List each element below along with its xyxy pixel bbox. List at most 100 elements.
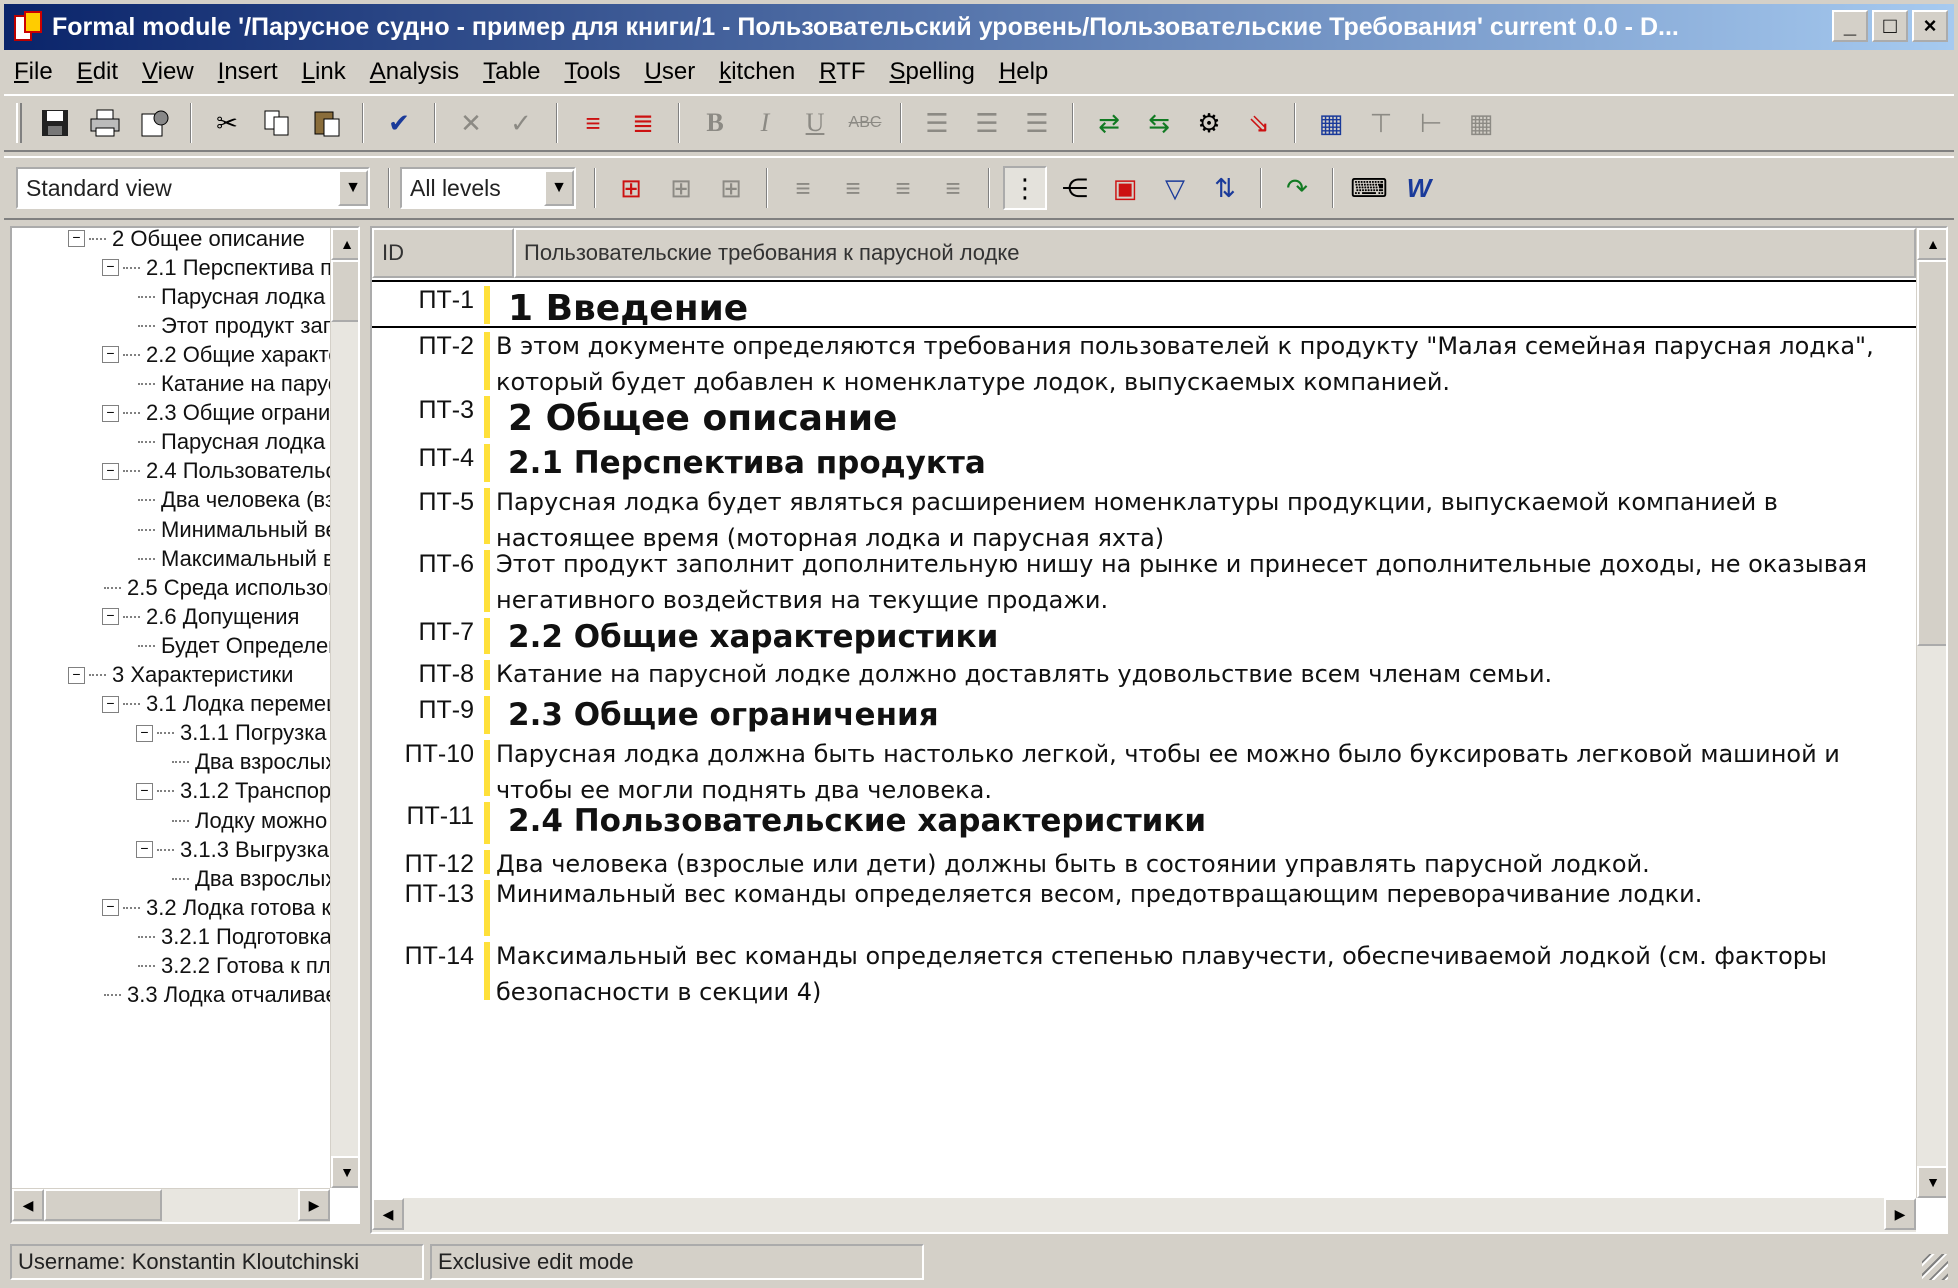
table-row[interactable]: ПТ-5 Парусная лодка будет являться расшир… <box>372 484 1916 552</box>
explorer-tree[interactable]: − 2 Общее описание − 2.1 Перспектива проду П… <box>10 226 360 1224</box>
tree-item[interactable]: − 2.4 Пользовательские <box>102 457 330 486</box>
tree-item[interactable]: Максимальный ве <box>138 544 330 573</box>
table-row[interactable]: ПТ-7 2.2 Общие характеристики <box>372 614 1916 656</box>
word-export-icon[interactable]: W <box>1397 166 1441 210</box>
insert-column-icon[interactable]: ⊤ <box>1359 101 1403 145</box>
section-heading[interactable]: 2.3 Общие ограничения <box>490 692 1916 736</box>
collapse-toggle-icon[interactable]: − <box>102 695 119 713</box>
sort-icon[interactable]: ⇅ <box>1203 166 1247 210</box>
requirement-text[interactable]: Два человека (взрослые или дети) должны … <box>490 846 1916 878</box>
tree-item[interactable]: Будет Определено <box>138 631 330 660</box>
collapse-toggle-icon[interactable]: − <box>102 259 119 277</box>
requirement-text[interactable]: Парусная лодка будет являться расширение… <box>490 484 1916 552</box>
collapse-toggle-icon[interactable]: − <box>136 782 153 800</box>
scroll-right-icon[interactable]: ▶ <box>298 1189 330 1221</box>
spellcheck-icon[interactable]: ✔ <box>377 101 421 145</box>
toolbar-grip[interactable] <box>16 103 22 143</box>
levels-select[interactable]: All levels ▼ <box>400 167 576 209</box>
scroll-right-icon[interactable]: ▶ <box>1884 1198 1916 1230</box>
section-heading[interactable]: 1 Введение <box>490 282 1916 329</box>
copy-icon[interactable] <box>255 101 299 145</box>
insert-child-icon[interactable]: ⊞ <box>709 166 753 210</box>
menu-spelling[interactable]: Spelling <box>889 58 974 86</box>
app-icon[interactable] <box>14 11 44 43</box>
view-select[interactable]: Standard view ▼ <box>16 167 370 209</box>
tree-item[interactable]: 2.5 Среда использован <box>104 573 330 602</box>
requirement-text[interactable]: Этот продукт заполнит дополнительную ниш… <box>490 546 1916 614</box>
tree-hscroll-thumb[interactable] <box>44 1189 162 1221</box>
section-heading[interactable]: 2.1 Перспектива продукта <box>490 440 1916 484</box>
menu-table[interactable]: Table <box>483 58 540 86</box>
tree-item[interactable]: − 2.2 Общие характерис <box>102 340 330 369</box>
close-button[interactable]: × <box>1912 10 1948 42</box>
collapse-toggle-icon[interactable]: − <box>136 724 153 742</box>
scroll-down-icon[interactable]: ▼ <box>331 1156 358 1188</box>
requirement-text[interactable]: Минимальный вес команды определяется вес… <box>490 876 1916 938</box>
collapse-toggle-icon[interactable]: − <box>102 346 119 364</box>
bold-icon[interactable]: B <box>693 101 737 145</box>
requirement-text[interactable]: Катание на парусной лодке должно доставл… <box>490 656 1916 692</box>
redo-arrow-icon[interactable]: ↷ <box>1275 166 1319 210</box>
scroll-left-icon[interactable]: ◀ <box>372 1198 404 1230</box>
collapse-toggle-icon[interactable]: − <box>102 608 119 626</box>
bullet-list-icon[interactable]: ☰ <box>915 101 959 145</box>
menu-link[interactable]: Link <box>302 58 346 86</box>
scroll-up-icon[interactable]: ▲ <box>1917 228 1946 260</box>
print-icon[interactable] <box>83 101 127 145</box>
tree-item[interactable]: − 3.2 Лодка готова к пла <box>102 893 330 922</box>
collapse-toggle-icon[interactable]: − <box>68 230 85 247</box>
requirement-text[interactable]: В этом документе определяются требования… <box>490 328 1916 396</box>
cut-icon[interactable]: ✂ <box>205 101 249 145</box>
tree-item[interactable]: Лодку можно б <box>172 806 330 835</box>
table-row[interactable]: ПТ-14 Максимальный вес команды определяет… <box>372 938 1916 1006</box>
strikethrough-icon[interactable]: ABC <box>843 101 887 145</box>
menu-kitchen[interactable]: kitchen <box>719 58 795 86</box>
tree-item[interactable]: − 2.3 Общие ограничени <box>102 399 330 428</box>
chevron-down-icon[interactable]: ▼ <box>338 170 368 206</box>
tree-item[interactable]: − 3.1 Лодка перемещает <box>102 690 330 719</box>
indent-icon[interactable]: ☰ <box>1015 101 1059 145</box>
section-heading[interactable]: 2 Общее описание <box>490 392 1916 440</box>
table-row[interactable]: ПТ-10 Парусная лодка должна быть настольк… <box>372 736 1916 804</box>
tree-item[interactable]: − 2.6 Допущения <box>102 602 299 631</box>
requirements-grid[interactable]: ID Пользовательские требования к парусно… <box>370 226 1948 1234</box>
outline-icon[interactable]: ⋮ <box>1003 166 1047 210</box>
graph-icon[interactable]: ⋲ <box>1053 166 1097 210</box>
table-row[interactable]: ПТ-11 2.4 Пользовательские характеристики <box>372 798 1916 846</box>
table-row[interactable]: ПТ-13 Минимальный вес команды определяетс… <box>372 876 1916 938</box>
align-left-icon[interactable]: ≡ <box>781 166 825 210</box>
requirement-text[interactable]: Парусная лодка должна быть настолько лег… <box>490 736 1916 804</box>
table-row[interactable]: ПТ-12 Два человека (взрослые или дети) до… <box>372 846 1916 878</box>
align-right-icon[interactable]: ≡ <box>881 166 925 210</box>
table-grid-icon[interactable]: ▦ <box>1459 101 1503 145</box>
accept-icon[interactable]: ✓ <box>499 101 543 145</box>
table-row[interactable]: ПТ-1 1 Введение <box>372 280 1916 329</box>
collapse-toggle-icon[interactable]: − <box>136 841 153 859</box>
scroll-left-icon[interactable]: ◀ <box>12 1189 44 1221</box>
collapse-toggle-icon[interactable]: − <box>102 899 119 917</box>
menu-rtf[interactable]: RTF <box>819 58 865 86</box>
filter-icon[interactable]: ▽ <box>1153 166 1197 210</box>
tree-vertical-scrollbar[interactable]: ▲ ▼ <box>330 228 358 1188</box>
menu-edit[interactable]: Edit <box>77 58 118 86</box>
tree-item[interactable]: 3.2.1 Подготовка к <box>138 922 330 951</box>
tree-item[interactable]: 3.3 Лодка отчаливает <box>104 981 330 1010</box>
grid-scroll-thumb[interactable] <box>1917 260 1946 646</box>
underline-icon[interactable]: U <box>793 101 837 145</box>
tree-item[interactable]: Этот продукт запол <box>138 311 330 340</box>
menu-user[interactable]: User <box>645 58 696 86</box>
insert-below-icon[interactable]: ⊞ <box>609 166 653 210</box>
tree-item[interactable]: 3.2.2 Готова к плав <box>138 952 330 981</box>
tree-item[interactable]: − 2 Общее описание <box>68 228 305 253</box>
tree-item[interactable]: Два взрослых <box>172 864 330 893</box>
scroll-up-icon[interactable]: ▲ <box>331 228 358 260</box>
tree-item[interactable]: Два человека (взр <box>138 486 330 515</box>
grid-horizontal-scrollbar[interactable]: ◀ ▶ <box>372 1198 1916 1232</box>
menu-insert[interactable]: Insert <box>218 58 278 86</box>
tree-item[interactable]: Парусная лодка бу <box>138 282 330 311</box>
menu-view[interactable]: View <box>142 58 194 86</box>
section-heading[interactable]: 2.4 Пользовательские характеристики <box>490 798 1916 846</box>
column-header-id[interactable]: ID <box>372 228 514 278</box>
align-center-icon[interactable]: ≡ <box>831 166 875 210</box>
link-properties-icon[interactable]: ⚙ <box>1187 101 1231 145</box>
